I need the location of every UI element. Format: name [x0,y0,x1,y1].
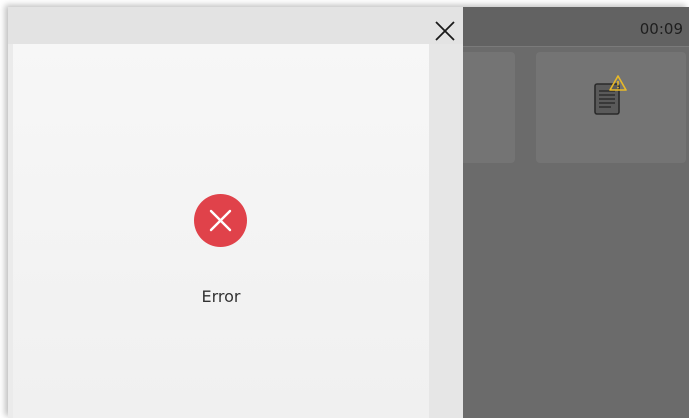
background-tile-document [536,52,686,163]
dialog-header [8,7,463,44]
document-warning-icon [594,75,627,115]
close-button[interactable] [433,19,457,43]
dialog-content: Error [13,44,429,418]
dialog-side-panel [429,44,463,418]
app-window: 00:09 Error [8,7,689,418]
error-circle-icon [194,194,247,247]
clock-time: 00:09 [639,20,683,38]
error-message: Error [201,287,241,306]
close-icon [435,21,455,41]
error-dialog: Error [8,7,463,418]
